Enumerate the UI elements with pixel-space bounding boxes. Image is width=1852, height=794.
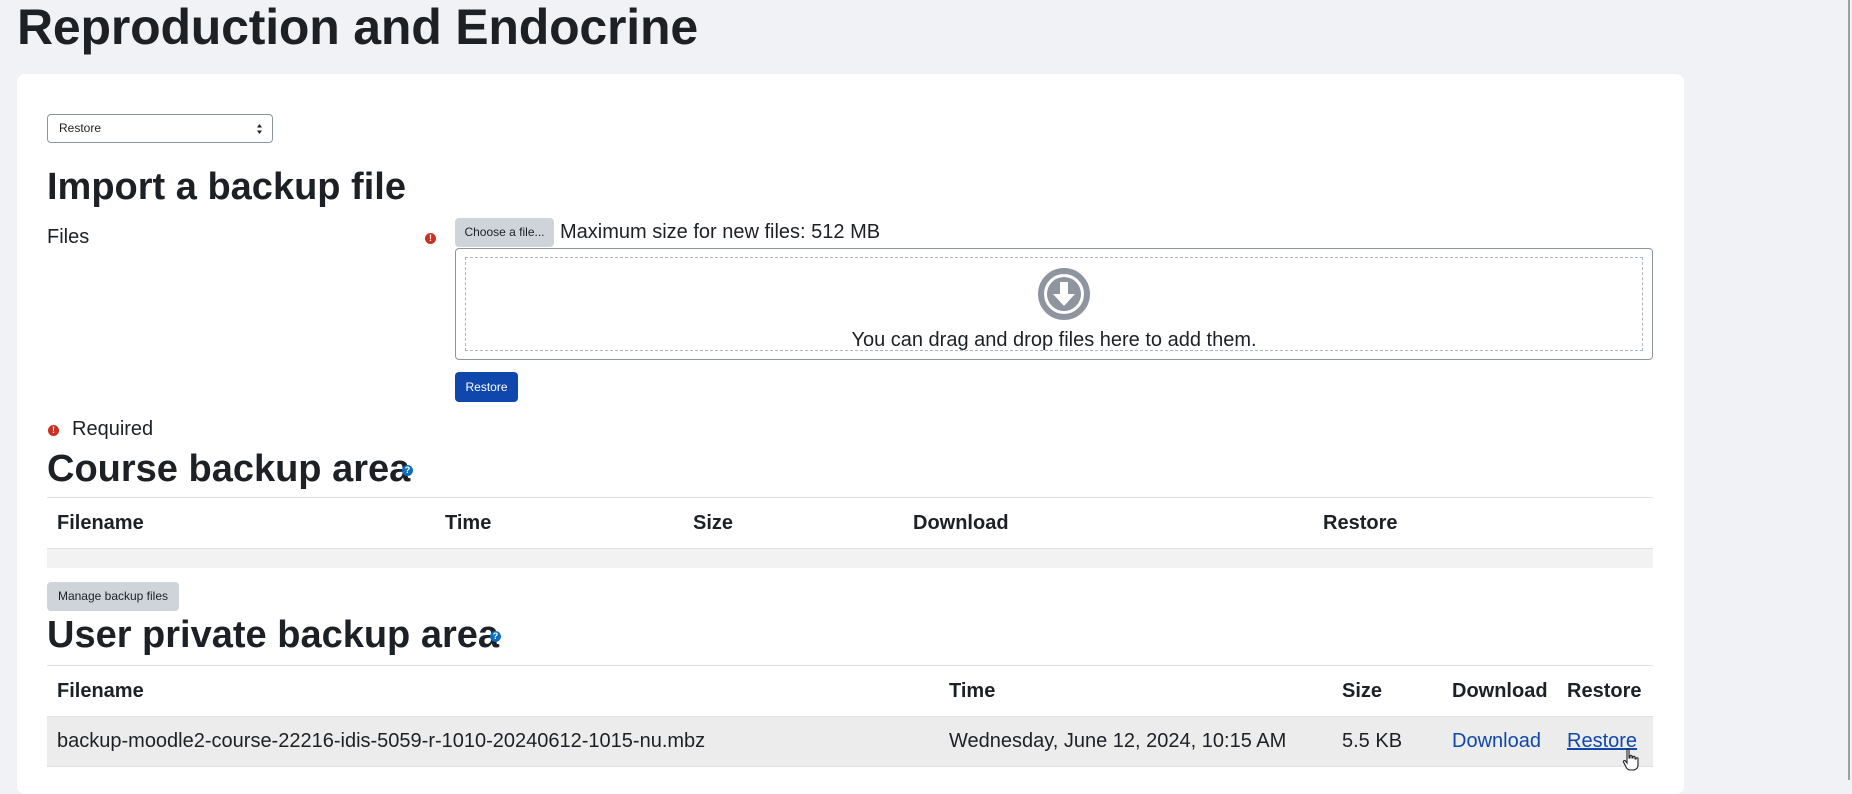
course-col-size: Size xyxy=(693,512,734,534)
course-col-time: Time xyxy=(445,512,492,534)
download-arrow-circle-icon xyxy=(1038,268,1090,320)
course-backup-help-icon[interactable]: ? xyxy=(402,465,413,476)
course-backup-header-row: Filename Time Size Download Restore xyxy=(47,497,1653,549)
files-label: Files xyxy=(47,226,90,248)
file-dropzone[interactable]: You can drag and drop files here to add … xyxy=(455,248,1653,360)
hand-pointer-cursor-icon xyxy=(1622,748,1639,771)
dropzone-border: You can drag and drop files here to add … xyxy=(465,257,1643,351)
row-time: Wednesday, June 12, 2024, 10:15 AM xyxy=(949,730,1287,752)
user-col-size: Size xyxy=(1342,680,1383,702)
dropzone-text: You can drag and drop files here to add … xyxy=(851,329,1257,351)
user-col-time: Time xyxy=(949,680,996,702)
choose-file-button[interactable]: Choose a file... xyxy=(455,218,554,247)
course-backup-empty-row xyxy=(47,549,1653,568)
course-col-restore: Restore xyxy=(1323,512,1398,534)
manage-backup-files-button[interactable]: Manage backup files xyxy=(47,582,179,611)
row-filename: backup-moodle2-course-22216-idis-5059-r-… xyxy=(57,730,706,752)
action-select-value: Restore xyxy=(59,121,102,135)
course-col-filename: Filename xyxy=(57,512,144,534)
course-backup-heading: Course backup area xyxy=(47,448,411,490)
import-heading: Import a backup file xyxy=(47,166,406,208)
user-backup-heading: User private backup area xyxy=(47,614,500,656)
user-col-download: Download xyxy=(1452,680,1548,702)
user-col-restore: Restore xyxy=(1567,680,1642,702)
course-col-download: Download xyxy=(913,512,1009,534)
user-col-filename: Filename xyxy=(57,680,144,702)
row-download-link[interactable]: Download xyxy=(1452,717,1541,765)
row-size: 5.5 KB xyxy=(1342,730,1403,752)
restore-button[interactable]: Restore xyxy=(455,372,518,402)
page-title: Reproduction and Endocrine xyxy=(17,0,698,55)
user-backup-help-icon[interactable]: ? xyxy=(490,631,501,642)
table-row: backup-moodle2-course-22216-idis-5059-r-… xyxy=(47,717,1653,767)
required-icon: ! xyxy=(425,233,436,244)
required-legend-text: Required xyxy=(72,418,154,440)
required-legend-icon: ! xyxy=(48,425,59,436)
max-size-text: Maximum size for new files: 512 MB xyxy=(560,221,881,243)
user-backup-header-row: Filename Time Size Download Restore xyxy=(47,665,1653,717)
select-arrows-icon xyxy=(257,124,262,134)
action-select[interactable]: Restore xyxy=(47,114,273,143)
page-scrollbar[interactable] xyxy=(1848,0,1850,780)
